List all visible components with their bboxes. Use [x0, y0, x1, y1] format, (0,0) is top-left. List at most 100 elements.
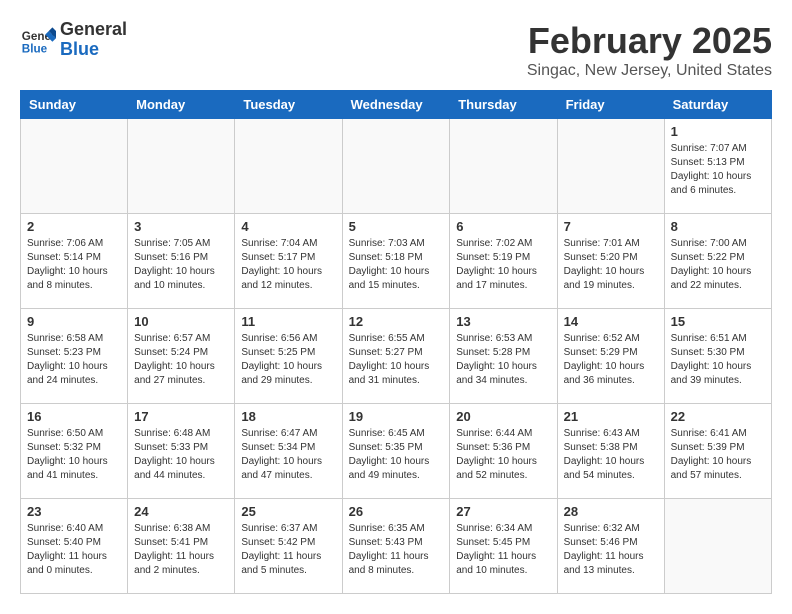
calendar-cell [450, 119, 557, 214]
calendar-cell [21, 119, 128, 214]
logo-icon: General Blue [20, 22, 56, 58]
calendar-cell: 27 Sunrise: 6:34 AM Sunset: 5:45 PM Dayli… [450, 499, 557, 594]
calendar-cell: 13 Sunrise: 6:53 AM Sunset: 5:28 PM Dayli… [450, 309, 557, 404]
day-info: Sunrise: 6:41 AM Sunset: 5:39 PM Dayligh… [671, 427, 765, 483]
day-number: 2 [27, 219, 121, 234]
day-number: 14 [564, 314, 658, 329]
week-row: 16 Sunrise: 6:50 AM Sunset: 5:32 PM Dayli… [21, 404, 772, 499]
day-info: Sunrise: 6:55 AM Sunset: 5:27 PM Dayligh… [349, 332, 444, 388]
day-info: Sunrise: 7:06 AM Sunset: 5:14 PM Dayligh… [27, 237, 121, 293]
calendar-cell: 1 Sunrise: 7:07 AM Sunset: 5:13 PM Daylig… [664, 119, 771, 214]
calendar-cell: 18 Sunrise: 6:47 AM Sunset: 5:34 PM Dayli… [235, 404, 342, 499]
day-info: Sunrise: 7:01 AM Sunset: 5:20 PM Dayligh… [564, 237, 658, 293]
day-number: 22 [671, 409, 765, 424]
day-number: 27 [456, 504, 550, 519]
week-row: 9Sunrise: 6:58 AM Sunset: 5:23 PM Daylig… [21, 309, 772, 404]
day-number: 7 [564, 219, 658, 234]
calendar-cell: 11 Sunrise: 6:56 AM Sunset: 5:25 PM Dayli… [235, 309, 342, 404]
weekday-header: Sunday [21, 91, 128, 119]
week-row: 23 Sunrise: 6:40 AM Sunset: 5:40 PM Dayli… [21, 499, 772, 594]
calendar-cell: 26 Sunrise: 6:35 AM Sunset: 5:43 PM Dayli… [342, 499, 450, 594]
svg-text:Blue: Blue [22, 42, 48, 55]
calendar-cell: 4 Sunrise: 7:04 AM Sunset: 5:17 PM Daylig… [235, 214, 342, 309]
day-number: 11 [241, 314, 335, 329]
day-number: 4 [241, 219, 335, 234]
day-info: Sunrise: 7:00 AM Sunset: 5:22 PM Dayligh… [671, 237, 765, 293]
day-number: 28 [564, 504, 658, 519]
day-number: 16 [27, 409, 121, 424]
calendar-cell: 23 Sunrise: 6:40 AM Sunset: 5:40 PM Dayli… [21, 499, 128, 594]
calendar-cell: 3 Sunrise: 7:05 AM Sunset: 5:16 PM Daylig… [128, 214, 235, 309]
calendar-cell [128, 119, 235, 214]
day-number: 1 [671, 124, 765, 139]
day-number: 23 [27, 504, 121, 519]
day-info: Sunrise: 6:45 AM Sunset: 5:35 PM Dayligh… [349, 427, 444, 483]
day-number: 26 [349, 504, 444, 519]
calendar-cell [342, 119, 450, 214]
calendar-cell: 7 Sunrise: 7:01 AM Sunset: 5:20 PM Daylig… [557, 214, 664, 309]
calendar-cell: 17Sunrise: 6:48 AM Sunset: 5:33 PM Dayli… [128, 404, 235, 499]
day-info: Sunrise: 6:50 AM Sunset: 5:32 PM Dayligh… [27, 427, 121, 483]
week-row: 1 Sunrise: 7:07 AM Sunset: 5:13 PM Daylig… [21, 119, 772, 214]
day-info: Sunrise: 6:44 AM Sunset: 5:36 PM Dayligh… [456, 427, 550, 483]
calendar-cell: 22 Sunrise: 6:41 AM Sunset: 5:39 PM Dayli… [664, 404, 771, 499]
day-number: 19 [349, 409, 444, 424]
calendar-cell: 20 Sunrise: 6:44 AM Sunset: 5:36 PM Dayli… [450, 404, 557, 499]
header: General Blue General Blue February 2025 … [20, 20, 772, 80]
day-info: Sunrise: 6:47 AM Sunset: 5:34 PM Dayligh… [241, 427, 335, 483]
calendar-cell [664, 499, 771, 594]
weekday-header: Saturday [664, 91, 771, 119]
day-number: 10 [134, 314, 228, 329]
calendar-cell: 25 Sunrise: 6:37 AM Sunset: 5:42 PM Dayli… [235, 499, 342, 594]
weekday-header: Wednesday [342, 91, 450, 119]
day-number: 12 [349, 314, 444, 329]
logo: General Blue General Blue [20, 20, 127, 60]
day-info: Sunrise: 6:51 AM Sunset: 5:30 PM Dayligh… [671, 332, 765, 388]
weekday-header: Monday [128, 91, 235, 119]
calendar-header-row: SundayMondayTuesdayWednesdayThursdayFrid… [21, 91, 772, 119]
day-info: Sunrise: 6:32 AM Sunset: 5:46 PM Dayligh… [564, 522, 658, 578]
day-number: 25 [241, 504, 335, 519]
day-info: Sunrise: 6:37 AM Sunset: 5:42 PM Dayligh… [241, 522, 335, 578]
day-info: Sunrise: 6:34 AM Sunset: 5:45 PM Dayligh… [456, 522, 550, 578]
day-number: 6 [456, 219, 550, 234]
calendar-cell: 24Sunrise: 6:38 AM Sunset: 5:41 PM Dayli… [128, 499, 235, 594]
calendar-cell: 19 Sunrise: 6:45 AM Sunset: 5:35 PM Dayli… [342, 404, 450, 499]
weekday-header: Friday [557, 91, 664, 119]
day-info: Sunrise: 6:35 AM Sunset: 5:43 PM Dayligh… [349, 522, 444, 578]
day-number: 18 [241, 409, 335, 424]
day-info: Sunrise: 7:03 AM Sunset: 5:18 PM Dayligh… [349, 237, 444, 293]
day-info: Sunrise: 6:53 AM Sunset: 5:28 PM Dayligh… [456, 332, 550, 388]
day-info: Sunrise: 7:05 AM Sunset: 5:16 PM Dayligh… [134, 237, 228, 293]
calendar-cell: 6Sunrise: 7:02 AM Sunset: 5:19 PM Daylig… [450, 214, 557, 309]
weekday-header: Tuesday [235, 91, 342, 119]
month-title: February 2025 [527, 20, 772, 62]
day-info: Sunrise: 6:40 AM Sunset: 5:40 PM Dayligh… [27, 522, 121, 578]
calendar-cell [235, 119, 342, 214]
day-number: 3 [134, 219, 228, 234]
day-number: 9 [27, 314, 121, 329]
calendar-cell: 10 Sunrise: 6:57 AM Sunset: 5:24 PM Dayli… [128, 309, 235, 404]
location-title: Singac, New Jersey, United States [527, 62, 772, 80]
calendar-cell: 2 Sunrise: 7:06 AM Sunset: 5:14 PM Daylig… [21, 214, 128, 309]
day-info: Sunrise: 6:56 AM Sunset: 5:25 PM Dayligh… [241, 332, 335, 388]
calendar-cell: 21 Sunrise: 6:43 AM Sunset: 5:38 PM Dayli… [557, 404, 664, 499]
day-number: 13 [456, 314, 550, 329]
day-number: 20 [456, 409, 550, 424]
day-info: Sunrise: 7:04 AM Sunset: 5:17 PM Dayligh… [241, 237, 335, 293]
calendar-cell: 9Sunrise: 6:58 AM Sunset: 5:23 PM Daylig… [21, 309, 128, 404]
day-info: Sunrise: 7:07 AM Sunset: 5:13 PM Dayligh… [671, 142, 765, 198]
day-number: 21 [564, 409, 658, 424]
calendar-cell: 15 Sunrise: 6:51 AM Sunset: 5:30 PM Dayli… [664, 309, 771, 404]
day-info: Sunrise: 6:57 AM Sunset: 5:24 PM Dayligh… [134, 332, 228, 388]
day-number: 15 [671, 314, 765, 329]
calendar: SundayMondayTuesdayWednesdayThursdayFrid… [20, 90, 772, 594]
calendar-cell: 28 Sunrise: 6:32 AM Sunset: 5:46 PM Dayli… [557, 499, 664, 594]
calendar-cell [557, 119, 664, 214]
day-number: 24 [134, 504, 228, 519]
day-number: 5 [349, 219, 444, 234]
title-area: February 2025 Singac, New Jersey, United… [527, 20, 772, 80]
day-info: Sunrise: 6:43 AM Sunset: 5:38 PM Dayligh… [564, 427, 658, 483]
calendar-cell: 5 Sunrise: 7:03 AM Sunset: 5:18 PM Daylig… [342, 214, 450, 309]
day-info: Sunrise: 6:52 AM Sunset: 5:29 PM Dayligh… [564, 332, 658, 388]
